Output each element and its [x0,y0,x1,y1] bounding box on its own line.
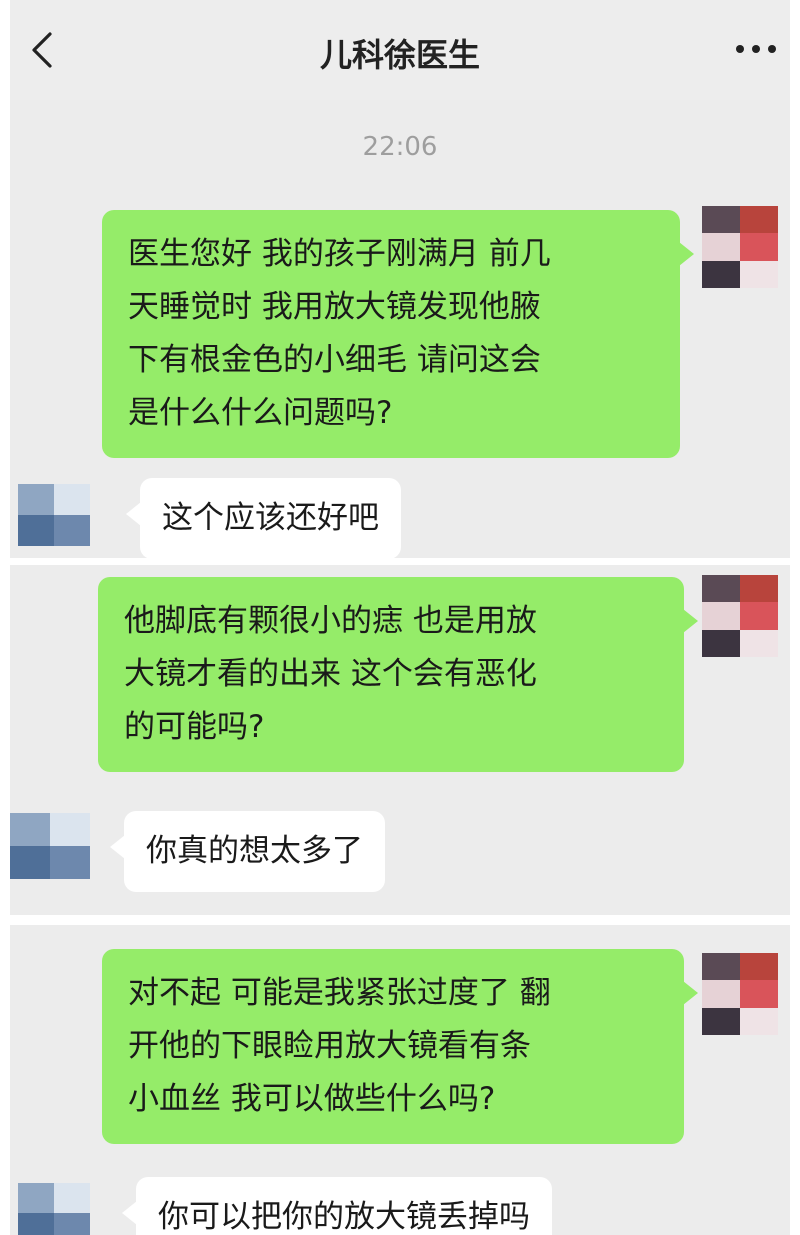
chat-panel-3: 对不起 可能是我紧张过度了 翻 开他的下眼睑用放大镜看有条 小血丝 我可以做些什… [10,925,790,1235]
message-line: 下有根金色的小细毛 请问这会 [128,342,541,378]
message-line: 小血丝 我可以做些什么吗? [128,1081,496,1117]
doctor-avatar[interactable] [18,484,90,546]
outgoing-message-1[interactable]: 医生您好 我的孩子刚满月 前几 天睡觉时 我用放大镜发现他腋 下有根金色的小细毛… [102,210,694,458]
incoming-message-1[interactable]: 这个应该还好吧 [126,478,401,558]
chat-title: 儿科徐医生 [319,36,480,74]
message-line: 的可能吗? [124,709,265,745]
message-line: 大镜才看的出来 这个会有恶化 [124,656,537,692]
message-line: 是什么什么问题吗? [128,395,393,431]
outgoing-message-2[interactable]: 他脚底有颗很小的痣 也是用放 大镜才看的出来 这个会有恶化 的可能吗? [98,577,698,772]
chat-header: 儿科徐医生 [10,0,790,100]
message-line: 对不起 可能是我紧张过度了 翻 [128,975,551,1011]
outgoing-message-3[interactable]: 对不起 可能是我紧张过度了 翻 开他的下眼睑用放大镜看有条 小血丝 我可以做些什… [102,949,698,1144]
message-timestamp: 22:06 [362,132,438,162]
my-avatar[interactable] [702,206,778,288]
my-avatar[interactable] [702,575,778,657]
doctor-avatar[interactable] [18,1183,90,1235]
message-line: 医生您好 我的孩子刚满月 前几 [128,236,551,272]
chat-panel-2: 他脚底有颗很小的痣 也是用放 大镜才看的出来 这个会有恶化 的可能吗? 你真的想… [10,565,790,915]
message-line: 你真的想太多了 [146,833,363,869]
incoming-message-2[interactable]: 你真的想太多了 [110,811,385,892]
message-line: 天睡觉时 我用放大镜发现他腋 [128,289,541,325]
message-line: 你可以把你的放大镜丢掉吗 [158,1199,530,1235]
doctor-avatar[interactable] [10,813,90,879]
more-dots-icon[interactable] [734,42,778,56]
my-avatar[interactable] [702,953,778,1035]
message-line: 这个应该还好吧 [162,500,379,536]
message-line: 他脚底有颗很小的痣 也是用放 [124,603,537,639]
chat-panel-1: 儿科徐医生 22:06 医生您好 我的孩子刚满月 前几 天睡觉时 我用放大镜发现… [10,0,790,558]
message-line: 开他的下眼睑用放大镜看有条 [128,1028,531,1064]
incoming-message-3[interactable]: 你可以把你的放大镜丢掉吗 [122,1177,552,1235]
